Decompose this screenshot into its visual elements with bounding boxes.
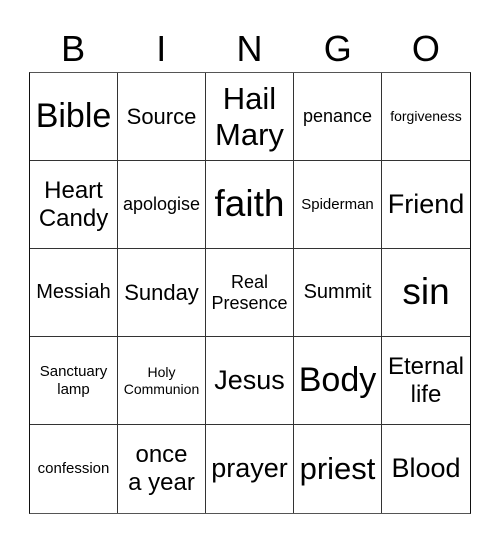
bingo-cell[interactable]: sin [382, 249, 470, 337]
bingo-cell[interactable]: Body [294, 337, 382, 425]
bingo-cell[interactable]: Spiderman [294, 161, 382, 249]
bingo-cell[interactable]: forgiveness [382, 73, 470, 161]
bingo-cell[interactable]: Source [118, 73, 206, 161]
bingo-cell[interactable]: Messiah [30, 249, 118, 337]
bingo-cell[interactable]: penance [294, 73, 382, 161]
bingo-cell[interactable]: once a year [118, 425, 206, 513]
bingo-header: B I N G O [29, 24, 470, 72]
bingo-cell[interactable]: priest [294, 425, 382, 513]
bingo-cell[interactable]: Blood [382, 425, 470, 513]
bingo-cell[interactable]: faith [206, 161, 294, 249]
bingo-cell[interactable]: Friend [382, 161, 470, 249]
bingo-cell[interactable]: Jesus [206, 337, 294, 425]
bingo-cell[interactable]: Summit [294, 249, 382, 337]
bingo-cell[interactable]: Hail Mary [206, 73, 294, 161]
bingo-cell[interactable]: Real Presence [206, 249, 294, 337]
bingo-cell[interactable]: Holy Communion [118, 337, 206, 425]
bingo-cell[interactable]: Bible [30, 73, 118, 161]
header-letter-g: G [323, 28, 352, 69]
bingo-cell[interactable]: confession [30, 425, 118, 513]
header-letter-b: B [61, 28, 86, 69]
bingo-cell[interactable]: Sunday [118, 249, 206, 337]
header-letter-o: O [411, 28, 440, 69]
bingo-cell[interactable]: Eternal life [382, 337, 470, 425]
header-letter-i: I [156, 28, 167, 69]
bingo-cell[interactable]: Heart Candy [30, 161, 118, 249]
header-letter-n: N [236, 28, 263, 69]
bingo-cell[interactable]: apologise [118, 161, 206, 249]
bingo-card-grid: Bible Source Hail Mary penance forgivene… [29, 72, 471, 514]
bingo-cell[interactable]: prayer [206, 425, 294, 513]
bingo-cell[interactable]: Sanctuary lamp [30, 337, 118, 425]
